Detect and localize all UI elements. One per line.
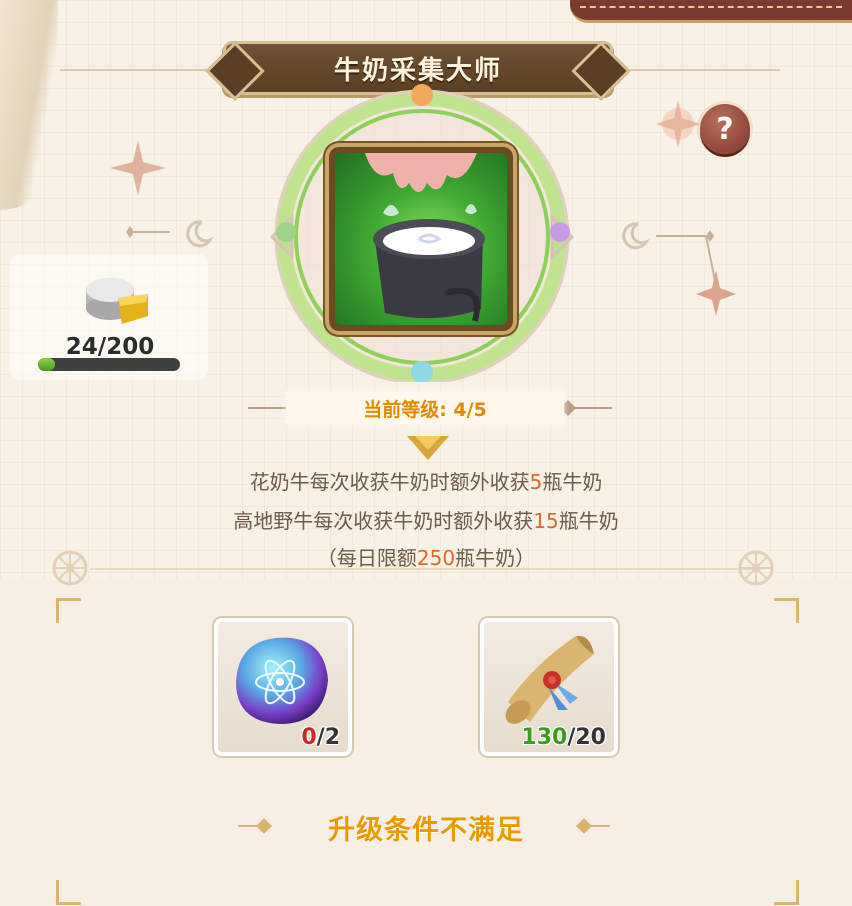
resource-progress-bar [38,358,180,371]
current-level: 当前等级: 4/5 [363,398,487,421]
requirement-slot-scroll[interactable]: 130/20 [480,618,618,756]
frame-corner-br [774,880,799,905]
section-divider [90,568,762,570]
level-strip: 当前等级: 4/5 [286,392,564,424]
title-divider-left [60,69,220,71]
title-divider-right [630,69,780,71]
description-line-3: （每日限额250瓶牛奶） [316,546,536,570]
frame-corner-bl [56,880,81,905]
orb-crystal-icon [236,637,328,724]
wheel-ornament-left [52,550,88,586]
frame-corner-tr [774,598,799,623]
coin-stack-icon [86,278,148,324]
requirement-count-orb: 0/2 [301,725,340,750]
milk-bucket-icon [365,153,485,322]
chevron-down-icon [407,436,449,460]
skill-title: 牛奶采集大师 [333,55,502,86]
requirement-slot-orb[interactable]: 0/2 [214,618,352,756]
close-tab[interactable] [570,0,852,23]
requirements-panel [0,580,852,906]
wheel-ornament-right [738,550,774,586]
constellation-right-decoration [622,100,736,316]
scroll-edge-decoration [0,0,58,210]
upgrade-status-text: 升级条件不满足 [328,815,524,846]
skill-icon-frame [329,147,513,331]
scroll-icon [505,635,594,724]
resource-progress-fill [38,358,56,371]
description-line-1: 花奶牛每次收获牛奶时额外收获5瓶牛奶 [249,470,603,494]
description-line-2: 高地野牛每次收获牛奶时额外收获15瓶牛奶 [233,509,619,533]
frame-corner-tl [56,598,81,623]
resource-count: 24/200 [65,334,155,360]
requirement-count-scroll: 130/20 [521,725,606,750]
